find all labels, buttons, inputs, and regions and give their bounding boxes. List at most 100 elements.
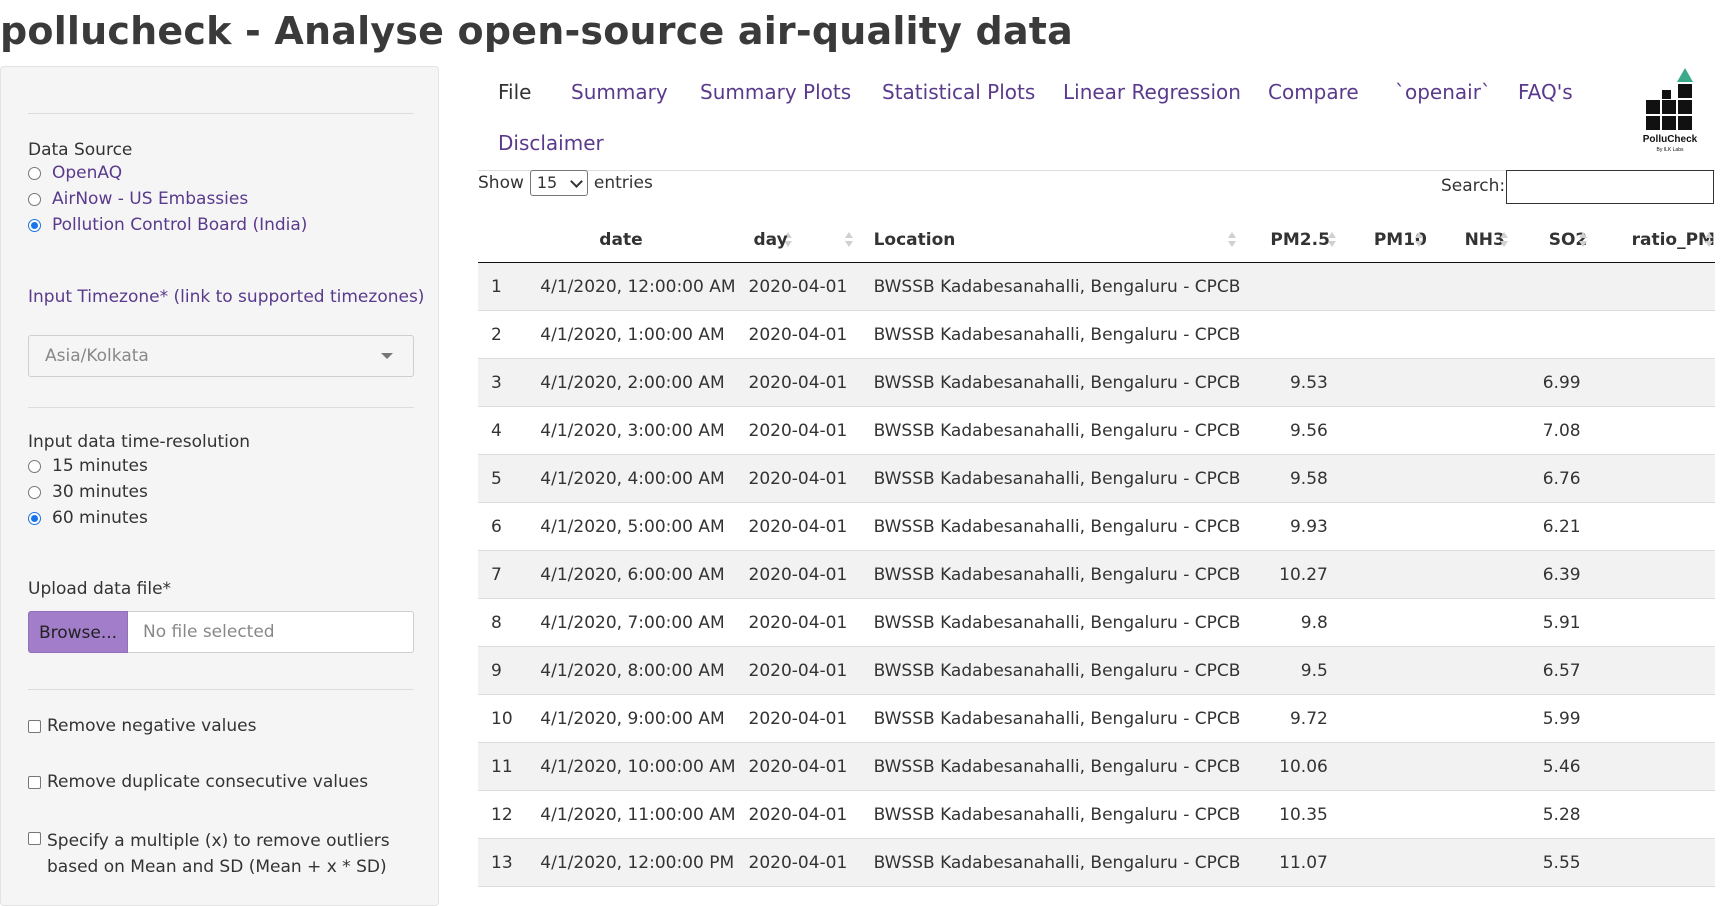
tab-faq[interactable]: FAQ's (1518, 80, 1573, 104)
cell-pm25: 10.27 (1240, 550, 1354, 599)
table-row[interactable]: 8 4/1/2020, 7:00:00 AM 2020-04-01 BWSSB Kad… (478, 598, 1715, 647)
cell-index: 2 (478, 310, 528, 359)
cell-pm25: 9.72 (1240, 694, 1354, 743)
radio-airnow[interactable]: AirNow - US Embassies (28, 189, 248, 209)
cell-pm10 (1353, 838, 1445, 887)
cell-location: BWSSB Kadabesanahalli, Bengaluru - CPCB (860, 310, 1241, 359)
cell-nh3 (1444, 598, 1522, 647)
table-row[interactable]: 10 4/1/2020, 9:00:00 AM 2020-04-01 BWSSB Ka… (478, 694, 1715, 743)
radio-icon[interactable] (28, 166, 41, 180)
cell-so2: 7.08 (1521, 406, 1605, 455)
remove-duplicate-checkbox[interactable]: Remove duplicate consecutive values (28, 772, 368, 792)
table-row[interactable]: 1 4/1/2020, 12:00:00 AM 2020-04-01 BWSSB Ka… (478, 262, 1715, 311)
checkbox-icon[interactable] (28, 832, 41, 845)
tab-disclaimer[interactable]: Disclaimer (498, 131, 604, 155)
cell-so2: 5.55 (1521, 838, 1605, 887)
cell-location: BWSSB Kadabesanahalli, Bengaluru - CPCB (860, 838, 1241, 887)
logo-subtext: By ILK Labs (1657, 147, 1684, 153)
pollucheck-logo: PolluCheck By ILK Labs (1643, 68, 1698, 153)
cell-index: 10 (478, 694, 528, 743)
radio-icon[interactable] (28, 192, 41, 206)
cell-nh3 (1444, 358, 1522, 407)
radio-60-minutes[interactable]: 60 minutes (28, 508, 148, 528)
radio-15-minutes[interactable]: 15 minutes (28, 456, 148, 476)
cell-ratio-pm (1604, 838, 1715, 887)
col-index-header (478, 218, 528, 263)
col-header-pm10[interactable]: PM10 (1353, 218, 1445, 263)
tab-summary[interactable]: Summary (571, 80, 668, 104)
col-header-date[interactable]: date (527, 218, 792, 263)
table-row[interactable]: 7 4/1/2020, 6:00:00 AM 2020-04-01 BWSSB Kad… (478, 550, 1715, 599)
radio-openaq[interactable]: OpenAQ (28, 163, 122, 183)
radio-icon[interactable] (28, 485, 41, 499)
cell-ratio-pm (1604, 790, 1715, 839)
table-row[interactable]: 12 4/1/2020, 11:00:00 AM 2020-04-01 BWSSB K… (478, 790, 1715, 839)
cell-ratio-pm (1604, 358, 1715, 407)
cell-ratio-pm (1604, 598, 1715, 647)
table-row[interactable]: 9 4/1/2020, 8:00:00 AM 2020-04-01 BWSSB Kad… (478, 646, 1715, 695)
cell-pm10 (1353, 406, 1445, 455)
browse-button[interactable]: Browse... (28, 611, 128, 653)
sort-icon[interactable] (1327, 232, 1336, 248)
radio-pcb-india[interactable]: Pollution Control Board (India) (28, 215, 307, 235)
data-source-label: Data Source (28, 140, 133, 160)
radio-30-minutes[interactable]: 30 minutes (28, 482, 148, 502)
tab-file[interactable]: File (498, 80, 531, 104)
timezone-select[interactable]: Asia/Kolkata (28, 335, 414, 377)
col-header-pm25[interactable]: PM2.5 (1240, 218, 1354, 263)
outliers-checkbox[interactable]: Specify a multiple (x) to remove outlier… (28, 828, 427, 880)
tab-compare[interactable]: Compare (1268, 80, 1359, 104)
col-header-nh3[interactable]: NH3 (1444, 218, 1522, 263)
cell-pm10 (1353, 550, 1445, 599)
cell-location: BWSSB Kadabesanahalli, Bengaluru - CPCB (860, 598, 1241, 647)
remove-negative-checkbox[interactable]: Remove negative values (28, 716, 256, 736)
tab-linear-regression[interactable]: Linear Regression (1063, 80, 1241, 104)
checkbox-icon[interactable] (28, 720, 41, 733)
page-length-select[interactable]: 15 (529, 170, 588, 196)
cell-index: 1 (478, 262, 528, 311)
table-row[interactable]: 6 4/1/2020, 5:00:00 AM 2020-04-01 BWSSB Kad… (478, 502, 1715, 551)
timezone-label-link[interactable]: Input Timezone* (link to supported timez… (28, 287, 424, 307)
file-upload[interactable]: Browse... No file selected (28, 611, 414, 653)
col-header-day[interactable]: day (735, 218, 861, 263)
sort-icon[interactable] (1228, 232, 1237, 248)
col-header-ratio-pm[interactable]: ratio_PM (1604, 218, 1715, 263)
divider (28, 113, 414, 114)
tab-openair[interactable]: `openair` (1395, 80, 1491, 104)
tab-statistical-plots[interactable]: Statistical Plots (882, 80, 1035, 104)
table-row[interactable]: 11 4/1/2020, 10:00:00 AM 2020-04-01 BWSSB K… (478, 742, 1715, 791)
cell-so2: 5.46 (1521, 742, 1605, 791)
search-input[interactable] (1506, 170, 1714, 204)
sort-icon[interactable] (1578, 232, 1587, 248)
tab-summary-plots[interactable]: Summary Plots (700, 80, 851, 104)
table-row[interactable]: 13 4/1/2020, 12:00:00 PM 2020-04-01 BWSSB K… (478, 838, 1715, 887)
cell-nh3 (1444, 790, 1522, 839)
file-name-field[interactable]: No file selected (128, 611, 414, 653)
radio-selected-icon[interactable] (28, 218, 41, 232)
checkbox-icon[interactable] (28, 776, 41, 789)
radio-icon[interactable] (28, 459, 41, 473)
cell-pm10 (1353, 454, 1445, 503)
sort-icon[interactable] (844, 232, 853, 248)
search-label: Search: (1441, 176, 1506, 196)
col-header-location[interactable]: Location (860, 218, 1241, 263)
cell-pm25: 9.58 (1240, 454, 1354, 503)
radio-selected-icon[interactable] (28, 511, 41, 525)
cell-day: 2020-04-01 (735, 358, 861, 407)
cell-ratio-pm (1604, 502, 1715, 551)
sort-icon[interactable] (1705, 232, 1713, 248)
table-row[interactable]: 2 4/1/2020, 1:00:00 AM 2020-04-01 BWSSB Kad… (478, 310, 1715, 359)
table-header: date day Location PM2.5 PM10 NH3 SO2 rat… (478, 218, 1715, 263)
table-row[interactable]: 3 4/1/2020, 2:00:00 AM 2020-04-01 BWSSB Kad… (478, 358, 1715, 407)
table-row[interactable]: 5 4/1/2020, 4:00:00 AM 2020-04-01 BWSSB Kad… (478, 454, 1715, 503)
cell-index: 7 (478, 550, 528, 599)
sort-icon[interactable] (1414, 232, 1423, 248)
col-header-so2[interactable]: SO2 (1521, 218, 1605, 263)
cell-pm10 (1353, 502, 1445, 551)
cell-day: 2020-04-01 (735, 694, 861, 743)
cell-nh3 (1444, 502, 1522, 551)
cell-so2: 6.76 (1521, 454, 1605, 503)
sort-icon[interactable] (1499, 232, 1508, 248)
table-row[interactable]: 4 4/1/2020, 3:00:00 AM 2020-04-01 BWSSB Kad… (478, 406, 1715, 455)
cell-date: 4/1/2020, 4:00:00 AM (527, 454, 736, 503)
